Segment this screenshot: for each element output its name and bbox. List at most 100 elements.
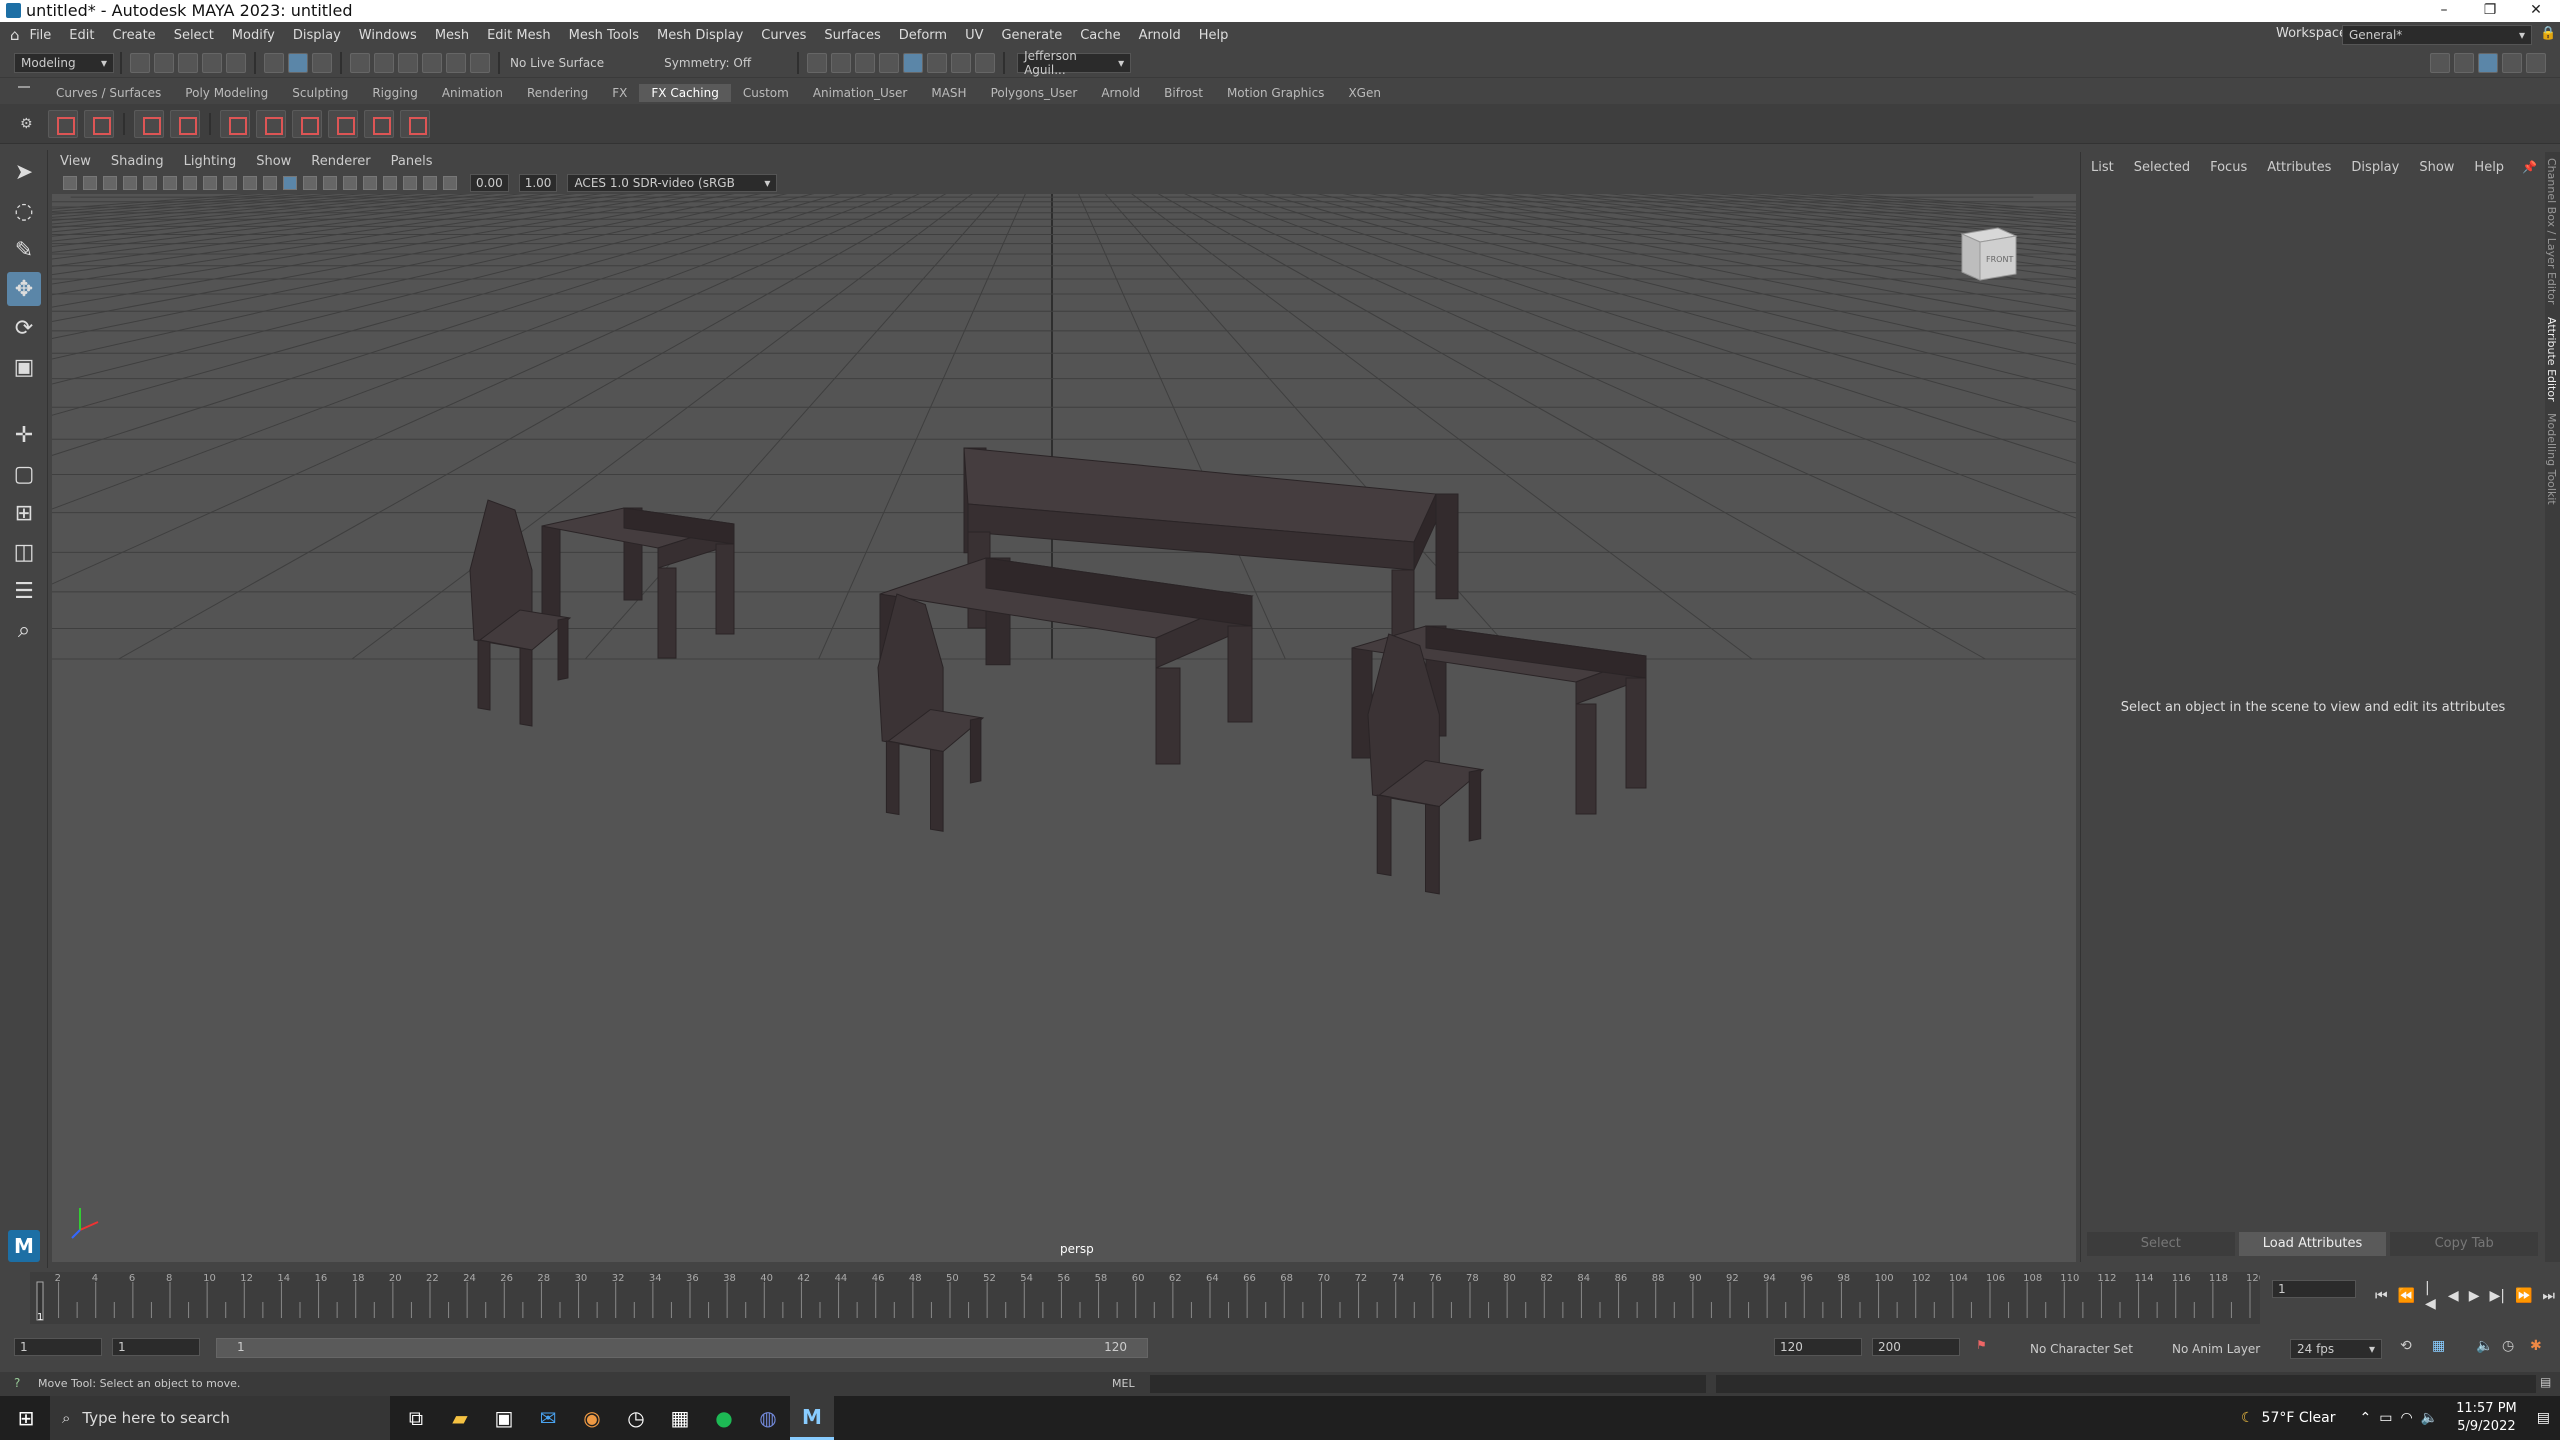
menu-modify[interactable]: Modify [232,28,275,43]
tab-custom[interactable]: Custom [731,84,801,102]
taskbar-search[interactable]: ⌕ Type here to search [50,1396,390,1440]
panel-menu-show[interactable]: Show [256,154,291,169]
save-scene-icon[interactable] [178,52,198,73]
render-settings-icon[interactable] [879,52,900,73]
loop-icon[interactable]: ⟲ [2400,1338,2412,1354]
shelf-menu-icon[interactable] [18,86,30,96]
cache-export-icon[interactable] [363,109,394,138]
ipr-render-icon[interactable] [855,52,876,73]
snap-surface-icon[interactable] [446,52,466,73]
menu-select[interactable]: Select [174,28,214,43]
minimize-button[interactable]: – [2420,0,2468,22]
cached-playback-icon[interactable]: ▦ [2432,1338,2445,1354]
hypershade-icon[interactable] [903,52,924,73]
task-view-icon[interactable]: ⧉ [394,1396,438,1440]
discord-icon[interactable]: ◍ [746,1396,790,1440]
tab-animation-user[interactable]: Animation_User [801,84,920,102]
textured-icon[interactable] [303,176,317,190]
tab-modelling-toolkit[interactable]: Modelling Toolkit [2545,407,2558,511]
store-icon[interactable]: ▣ [482,1396,526,1440]
chair-left-leg[interactable] [557,617,569,681]
menu-deform[interactable]: Deform [899,28,947,43]
paint-select-tool-icon[interactable]: ✎ [7,233,41,267]
small-table-right-leg[interactable] [1625,677,1647,789]
menu-help[interactable]: Help [1199,28,1229,43]
lighting-icon[interactable] [323,176,337,190]
toggle-character-controls-icon[interactable] [2454,53,2474,73]
snap-vertex-icon[interactable] [470,52,490,73]
chair-right-leg[interactable] [1468,769,1482,842]
playback-end-field[interactable]: 120 [1774,1338,1862,1356]
menu-create[interactable]: Create [112,28,155,43]
attr-menu-list[interactable]: List [2091,160,2114,175]
color-space-dropdown[interactable]: ACES 1.0 SDR-video (sRGB ▾ [567,174,778,192]
attr-menu-show[interactable]: Show [2419,160,2454,175]
select-hierarchy-icon[interactable] [264,52,284,73]
menu-display[interactable]: Display [293,28,341,43]
chair-center-leg[interactable] [930,748,944,832]
ambient-occlusion-icon[interactable] [403,176,417,190]
menu-windows[interactable]: Windows [359,28,417,43]
cache-attach-icon[interactable] [327,109,358,138]
tab-motion-graphics[interactable]: Motion Graphics [1215,84,1337,102]
go-to-start-icon[interactable]: ⏮ [2375,1288,2388,1304]
weather-text[interactable]: 57°F Clear [2262,1410,2336,1426]
snap-curve-icon[interactable] [374,52,394,73]
cache-import-icon[interactable] [399,109,430,138]
gamma-field[interactable]: 1.00 [518,174,558,192]
current-frame-field[interactable]: 1 [2272,1280,2356,1298]
tab-mash[interactable]: MASH [919,84,978,102]
wireframe-icon[interactable] [263,176,277,190]
exposure-field[interactable]: 0.00 [470,174,509,192]
load-attributes-button[interactable]: Load Attributes [2238,1232,2387,1256]
menu-curves[interactable]: Curves [761,28,806,43]
maximize-button[interactable]: ❐ [2466,0,2514,22]
chair-right-leg[interactable] [1376,794,1392,877]
tab-sculpting[interactable]: Sculpting [280,84,360,102]
safe-action-icon[interactable] [243,176,257,190]
render-frame-icon[interactable] [831,52,852,73]
long-table-leg[interactable] [1435,493,1459,600]
scale-tool-icon[interactable]: ▣ [7,350,41,384]
lock-icon[interactable]: 🔒 [2540,26,2556,41]
bookmark-icon[interactable] [103,176,117,190]
select-component-icon[interactable] [312,52,332,73]
render-setup-icon[interactable] [927,52,948,73]
chair-center-leg[interactable] [885,740,900,816]
tab-rendering[interactable]: Rendering [515,84,600,102]
timeline-track[interactable]: 2 4 6 8 10 12 14 16 18 20 22 24 26 28 30 32 34 36 38 40 42 44… [30,1272,2265,1324]
cache-create-icon[interactable] [47,109,78,138]
cache-disable-icon[interactable] [255,109,286,138]
single-perspective-layout-icon[interactable]: ▢ [7,457,41,491]
sound-icon[interactable]: 🔈 [2476,1338,2493,1354]
step-back-frame-icon[interactable]: |◀ [2425,1280,2438,1312]
playback-start-field[interactable]: 1 [112,1338,200,1356]
menu-arnold[interactable]: Arnold [1139,28,1181,43]
move-tool-icon[interactable]: ✥ [7,272,41,306]
menu-generate[interactable]: Generate [1001,28,1062,43]
chair-right-leg[interactable] [1425,803,1440,895]
persp-outliner-layout-icon[interactable]: ◫ [7,535,41,569]
go-to-end-icon[interactable]: ⏭ [2542,1288,2555,1304]
menu-edit[interactable]: Edit [69,28,94,43]
shadows-icon[interactable] [343,176,357,190]
script-editor-icon[interactable]: ▤ [2540,1375,2551,1389]
maya-taskbar-icon[interactable]: M [790,1396,834,1440]
start-time-field[interactable]: 1 [14,1338,102,1356]
panel-menu-panels[interactable]: Panels [391,154,433,169]
rotate-tool-icon[interactable]: ⟳ [7,311,41,345]
attr-menu-selected[interactable]: Selected [2134,160,2190,175]
cache-append-icon[interactable] [133,109,164,138]
toggle-channel-box-icon[interactable] [2526,53,2546,73]
step-forward-frame-icon[interactable]: ▶| [2489,1288,2504,1304]
isolate-select-icon[interactable] [383,176,397,190]
chair-left-leg[interactable] [519,647,533,727]
tab-fx-caching[interactable]: FX Caching [639,84,731,102]
four-view-layout-icon[interactable]: ⊞ [7,496,41,530]
range-bar[interactable]: 1 120 [216,1338,1148,1358]
panel-menu-shading[interactable]: Shading [111,154,164,169]
anim-prefs-icon[interactable]: ✱ [2530,1338,2542,1354]
depth-of-field-icon[interactable] [443,176,457,190]
windows-start-icon[interactable]: ⊞ [4,1396,48,1440]
play-forwards-icon[interactable]: ▶ [2469,1288,2480,1304]
